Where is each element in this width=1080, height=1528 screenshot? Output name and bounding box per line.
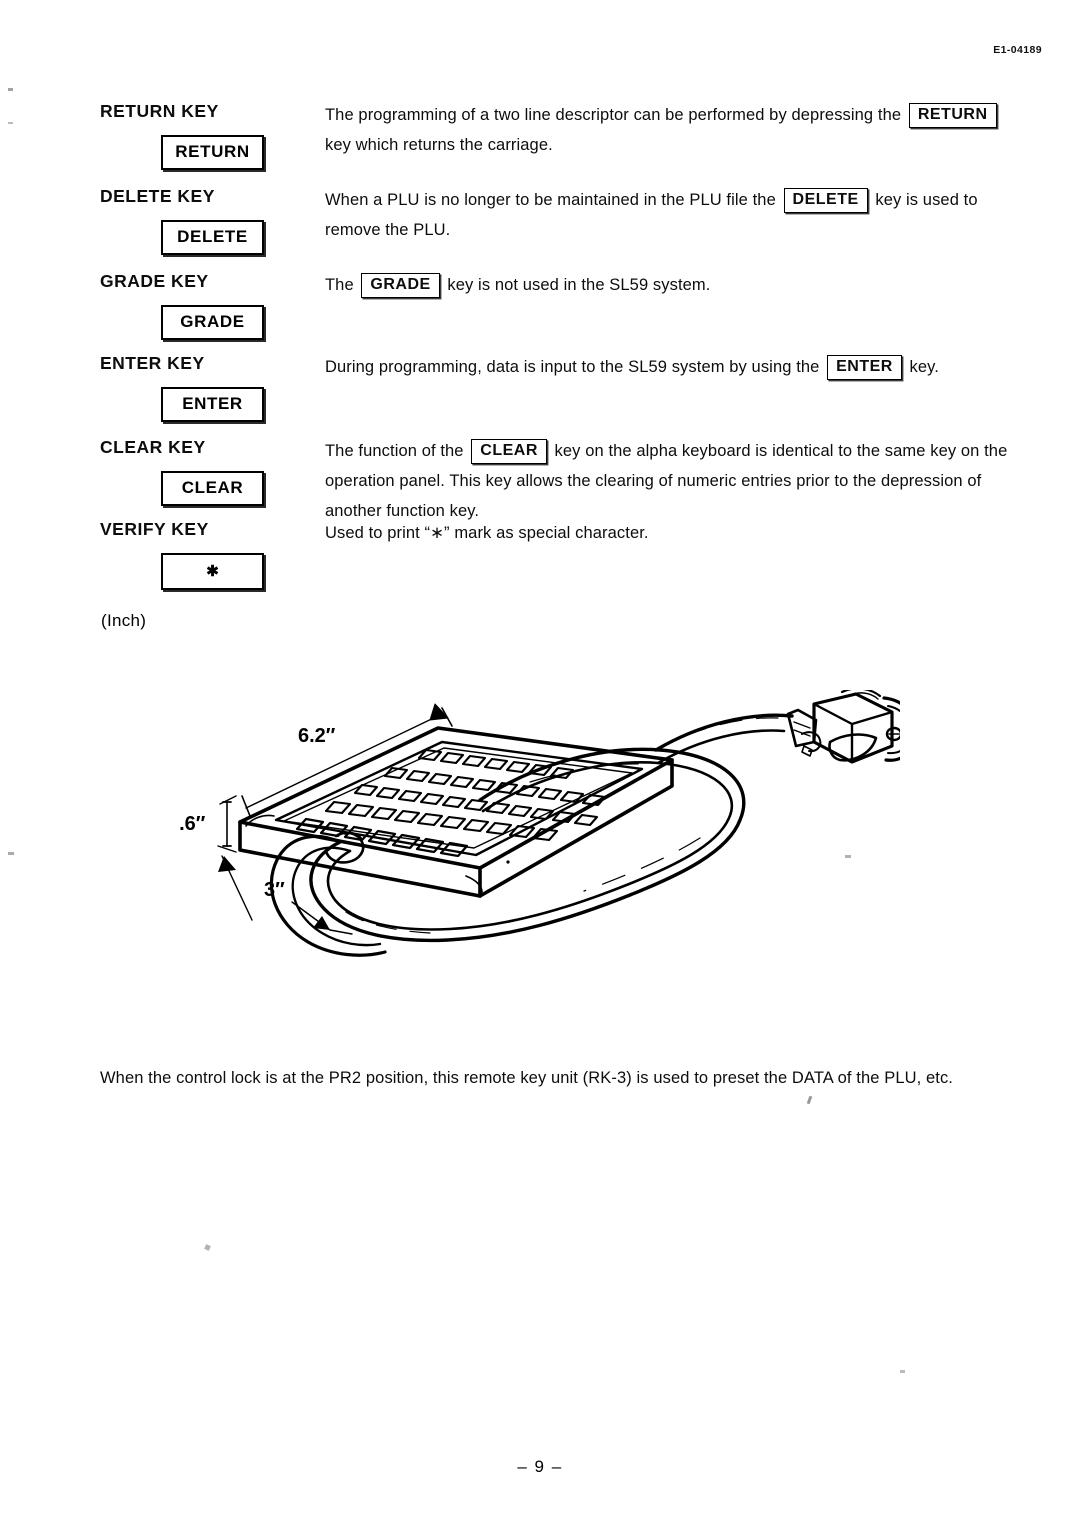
key-title-enter: ENTER KEY xyxy=(100,353,205,373)
bottom-note: When the control lock is at the PR2 posi… xyxy=(100,1063,1005,1093)
key-left-delete: DELETE KEY DELETE xyxy=(100,186,315,255)
key-text-grade-1: The xyxy=(325,276,359,294)
key-title-return: RETURN KEY xyxy=(100,101,219,121)
scan-artifact xyxy=(8,88,13,91)
page-number: – 9 – xyxy=(517,1457,563,1476)
key-left-return: RETURN KEY RETURN xyxy=(100,101,315,170)
scan-artifact xyxy=(8,122,13,124)
kbd-enter[interactable]: ENTER xyxy=(827,355,902,380)
document-code: E1-04189 xyxy=(993,44,1042,56)
scan-artifact xyxy=(900,1370,905,1373)
key-text-grade-2: key is not used in the SL59 system. xyxy=(442,276,711,294)
inch-unit-note: (Inch) xyxy=(101,611,147,630)
scan-artifact xyxy=(204,1244,211,1251)
kbd-delete[interactable]: DELETE xyxy=(783,188,868,213)
kbd-clear[interactable]: CLEAR xyxy=(471,439,547,464)
key-cap-clear[interactable]: CLEAR xyxy=(161,471,264,506)
kbd-grade[interactable]: GRADE xyxy=(361,273,440,298)
key-cap-enter[interactable]: ENTER xyxy=(161,387,264,422)
scan-artifact xyxy=(8,852,14,855)
key-text-delete-1: When a PLU is no longer to be maintained… xyxy=(325,191,781,209)
key-body-delete: When a PLU is no longer to be maintained… xyxy=(325,185,1015,245)
key-body-verify: Used to print “∗” mark as special charac… xyxy=(325,518,1015,548)
key-body-enter: During programming, data is input to the… xyxy=(325,352,1015,382)
key-title-delete: DELETE KEY xyxy=(100,186,215,206)
key-body-grade: The GRADE key is not used in the SL59 sy… xyxy=(325,270,1015,300)
key-cap-return[interactable]: RETURN xyxy=(161,135,264,170)
key-title-clear: CLEAR KEY xyxy=(100,437,206,457)
key-left-verify: VERIFY KEY ✱ xyxy=(100,519,315,590)
key-cap-delete[interactable]: DELETE xyxy=(161,220,264,255)
key-body-clear: The function of the CLEAR key on the alp… xyxy=(325,436,1015,526)
scan-artifact xyxy=(806,1095,813,1105)
key-text-verify-1: Used to print “∗” mark as special charac… xyxy=(325,524,649,542)
key-left-enter: ENTER KEY ENTER xyxy=(100,353,315,422)
key-cap-verify[interactable]: ✱ xyxy=(161,553,264,590)
key-body-return: The programming of a two line descriptor… xyxy=(325,100,1015,160)
key-text-return-1: The programming of a two line descriptor… xyxy=(325,106,906,124)
dimension-label-thickness: 0.6″ xyxy=(180,813,206,835)
key-text-enter-2: key. xyxy=(904,358,939,376)
bottom-note-text: When the control lock is at the PR2 posi… xyxy=(100,1069,953,1087)
key-cap-grade[interactable]: GRADE xyxy=(161,305,264,340)
key-text-return-2: key which returns the carriage. xyxy=(325,136,553,154)
rk3-remote-key-unit-figure: 6.2″ 0.6″ 3″ xyxy=(180,690,900,1020)
dimension-label-depth: 3″ xyxy=(264,879,285,901)
key-text-enter-1: During programming, data is input to the… xyxy=(325,358,825,376)
key-left-grade: GRADE KEY GRADE xyxy=(100,271,315,340)
key-title-verify: VERIFY KEY xyxy=(100,519,209,539)
key-text-clear-1: The function of the xyxy=(325,442,469,460)
kbd-return[interactable]: RETURN xyxy=(908,103,997,128)
dimension-label-width: 6.2″ xyxy=(298,725,336,747)
key-title-grade: GRADE KEY xyxy=(100,271,209,291)
key-left-clear: CLEAR KEY CLEAR xyxy=(100,437,315,506)
